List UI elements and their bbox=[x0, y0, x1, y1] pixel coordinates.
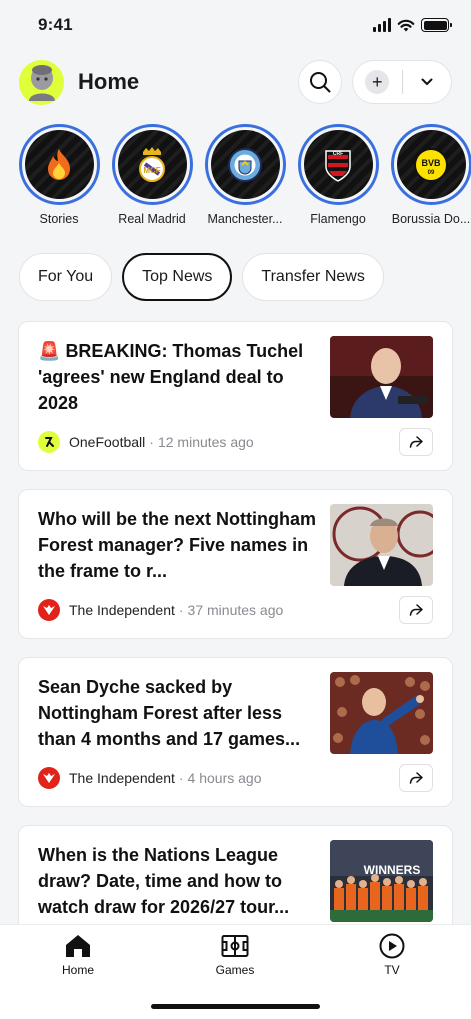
pitch-icon bbox=[221, 935, 249, 957]
nav-label: TV bbox=[384, 963, 400, 977]
share-button[interactable] bbox=[399, 596, 433, 624]
article-time: 12 minutes ago bbox=[157, 434, 254, 450]
article-time: 4 hours ago bbox=[187, 770, 262, 786]
battery-icon bbox=[421, 18, 452, 32]
menu-dropdown-button[interactable] bbox=[403, 61, 452, 103]
story-ring bbox=[18, 124, 100, 205]
status-time: 9:41 bbox=[38, 15, 73, 34]
header: Home + bbox=[19, 58, 452, 106]
profile-avatar[interactable] bbox=[19, 59, 64, 105]
borussia-dortmund-crest-icon: BVB 09 bbox=[414, 147, 448, 182]
chevron-down-icon bbox=[421, 78, 433, 85]
search-icon bbox=[310, 72, 331, 93]
share-button[interactable] bbox=[399, 428, 433, 456]
the-independent-logo-icon bbox=[38, 599, 60, 621]
article-meta: The Independent · 37 minutes ago bbox=[38, 599, 283, 621]
avatar-face-icon bbox=[28, 65, 55, 101]
nav-games[interactable]: Games bbox=[195, 933, 275, 977]
story-label: Real Madrid bbox=[118, 212, 186, 226]
search-button[interactable] bbox=[298, 60, 342, 104]
story-flamengo[interactable]: CRF Flamengo bbox=[297, 124, 379, 232]
thumbnail-banner-text: WINNERS bbox=[364, 863, 421, 877]
story-label: Borussia Do... bbox=[391, 212, 471, 226]
svg-text:CRF: CRF bbox=[333, 151, 343, 157]
wifi-icon bbox=[397, 19, 415, 32]
share-button[interactable] bbox=[399, 764, 433, 792]
nav-tv[interactable]: TV bbox=[352, 933, 432, 977]
status-icons bbox=[373, 18, 452, 32]
source-name[interactable]: OneFootball bbox=[69, 434, 145, 450]
fire-icon bbox=[48, 148, 70, 180]
share-icon bbox=[409, 436, 423, 448]
tab-for-you[interactable]: For You bbox=[19, 253, 113, 301]
story-label: Manchester... bbox=[207, 212, 283, 226]
news-tabs: For You Top News Transfer News bbox=[19, 253, 384, 301]
tab-top-news[interactable]: Top News bbox=[122, 253, 233, 301]
article-thumbnail bbox=[330, 672, 433, 754]
story-real-madrid[interactable]: MCF Real Madrid bbox=[111, 124, 193, 232]
nav-label: Games bbox=[215, 963, 255, 977]
nav-home[interactable]: Home bbox=[38, 933, 118, 977]
home-icon bbox=[66, 935, 90, 957]
cellular-signal-icon bbox=[373, 18, 391, 32]
article-title: When is the Nations League draw? Date, t… bbox=[38, 845, 290, 917]
svg-text:MCF: MCF bbox=[143, 166, 160, 175]
article-meta: The Independent · 4 hours ago bbox=[38, 767, 262, 789]
plus-icon: + bbox=[365, 70, 390, 94]
news-card[interactable]: 🚨 BREAKING: Thomas Tuchel 'agrees' new E… bbox=[18, 321, 453, 471]
news-card[interactable]: Sean Dyche sacked by Nottingham Forest a… bbox=[18, 657, 453, 807]
real-madrid-crest-icon: MCF bbox=[139, 146, 165, 182]
siren-icon: 🚨 bbox=[38, 341, 61, 361]
story-borussia-dortmund[interactable]: BVB 09 Borussia Do... bbox=[390, 124, 471, 232]
stories-row: Stories MCF Real Madrid Manchester... CR… bbox=[18, 124, 471, 232]
story-manchester[interactable]: Manchester... bbox=[204, 124, 286, 232]
article-title: Who will be the next Nottingham Forest m… bbox=[38, 509, 316, 581]
article-time: 37 minutes ago bbox=[187, 602, 284, 618]
article-title-text: BREAKING: Thomas Tuchel 'agrees' new Eng… bbox=[38, 341, 304, 413]
svg-text:09: 09 bbox=[428, 170, 435, 176]
onefootball-logo-icon bbox=[38, 431, 60, 453]
source-name[interactable]: The Independent bbox=[69, 602, 175, 618]
tab-transfer-news[interactable]: Transfer News bbox=[242, 253, 384, 301]
article-title: 🚨 BREAKING: Thomas Tuchel 'agrees' new E… bbox=[38, 338, 318, 416]
source-name[interactable]: The Independent bbox=[69, 770, 175, 786]
story-label: Stories bbox=[39, 212, 79, 226]
the-independent-logo-icon bbox=[38, 767, 60, 789]
svg-text:BVB: BVB bbox=[421, 158, 441, 168]
home-indicator bbox=[151, 1004, 320, 1009]
article-meta: OneFootball · 12 minutes ago bbox=[38, 431, 254, 453]
story-label: Flamengo bbox=[310, 212, 366, 226]
status-bar: 9:41 bbox=[0, 0, 471, 50]
page-title: Home bbox=[78, 69, 140, 94]
nav-label: Home bbox=[61, 963, 94, 977]
article-thumbnail: WINNERS bbox=[330, 840, 433, 922]
article-title: Sean Dyche sacked by Nottingham Forest a… bbox=[38, 677, 301, 749]
add-menu-group: + bbox=[352, 60, 452, 104]
share-icon bbox=[409, 604, 423, 616]
news-card[interactable]: Who will be the next Nottingham Forest m… bbox=[18, 489, 453, 639]
story-stories[interactable]: Stories bbox=[18, 124, 100, 232]
play-icon bbox=[379, 933, 405, 959]
article-thumbnail bbox=[330, 504, 433, 586]
share-icon bbox=[409, 772, 423, 784]
manchester-city-crest-icon bbox=[228, 147, 262, 182]
add-button[interactable]: + bbox=[353, 61, 402, 103]
article-thumbnail bbox=[330, 336, 433, 418]
news-feed: 🚨 BREAKING: Thomas Tuchel 'agrees' new E… bbox=[18, 321, 453, 993]
flamengo-crest-icon: CRF bbox=[325, 149, 351, 182]
